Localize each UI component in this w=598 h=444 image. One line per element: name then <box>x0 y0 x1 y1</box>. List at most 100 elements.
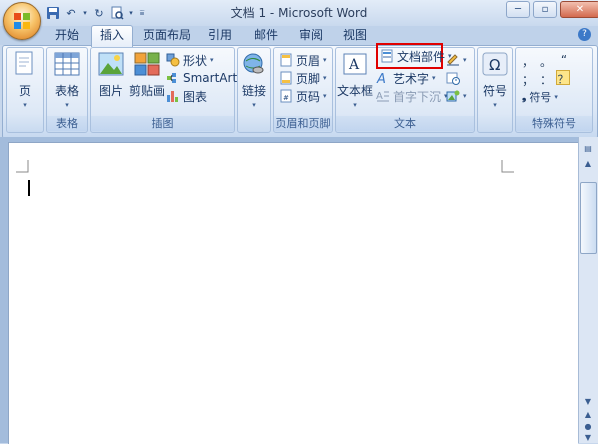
symbol-menu-label: 符号 <box>529 91 552 104</box>
dropcap-label: 首字下沉 <box>393 89 442 104</box>
office-button[interactable] <box>3 2 41 40</box>
clipart-label: 剪贴画 <box>129 84 166 98</box>
group-label-illustrations: 插图 <box>91 116 234 131</box>
table-label: 表格 <box>54 84 79 98</box>
wordart-label: 艺术字 <box>393 71 430 86</box>
symbol-period[interactable]: 。 <box>540 53 552 69</box>
insert-object-icon <box>446 90 460 102</box>
picture-button[interactable]: 图片 <box>93 50 129 99</box>
tab-insert[interactable]: 插入 <box>91 25 133 47</box>
smartart-button[interactable]: SmartArt <box>166 69 237 87</box>
special-symbol-menu-button[interactable]: ❟ 符号 ▾ <box>522 88 558 106</box>
symbol-question[interactable]: ？ <box>556 70 570 86</box>
ruler-toggle-icon[interactable]: ▤ <box>579 141 597 155</box>
next-page-icon[interactable]: ▼ <box>579 430 597 444</box>
quick-parts-button[interactable]: 文档部件 ▾ <box>376 43 452 69</box>
group-label-special-symbols: 特殊符号 <box>516 116 592 131</box>
symbol-menu-glyph-icon: ❟ <box>522 90 527 103</box>
wordart-icon: A <box>376 72 386 85</box>
group-label-header-footer: 页眉和页脚 <box>274 116 332 131</box>
text-cursor <box>28 180 30 196</box>
table-icon <box>53 50 81 78</box>
help-icon[interactable]: ? <box>578 28 591 41</box>
page-icon <box>11 50 39 78</box>
tab-mailings[interactable]: 邮件 <box>249 26 283 44</box>
scroll-up-icon[interactable]: ▲ <box>579 156 597 170</box>
margin-corner-top-right <box>501 160 514 173</box>
omega-icon: Ω <box>481 50 509 78</box>
globe-link-icon <box>240 50 268 78</box>
chevron-down-icon: ▾ <box>210 56 214 64</box>
minimize-button[interactable]: ─ <box>506 1 530 18</box>
shapes-button[interactable]: 形状 ▾ <box>166 51 214 69</box>
close-button[interactable]: ✕ <box>560 1 598 18</box>
smartart-icon <box>167 73 176 83</box>
tab-view[interactable]: 视图 <box>338 26 372 44</box>
table-button[interactable]: 表格 ▾ <box>48 50 86 109</box>
quick-parts-label: 文档部件 <box>397 49 446 64</box>
symbol-left-quote[interactable]: “ <box>558 53 570 69</box>
chevron-down-icon: ▾ <box>353 101 357 109</box>
clipart-button[interactable]: 剪贴画 <box>129 50 165 99</box>
picture-icon <box>97 50 125 78</box>
footer-button[interactable]: 页脚 ▾ <box>279 69 327 87</box>
chart-label: 图表 <box>183 89 208 104</box>
shapes-icon <box>166 53 180 67</box>
header-icon <box>280 53 292 67</box>
svg-text:A: A <box>348 57 360 73</box>
picture-label: 图片 <box>98 84 123 98</box>
signature-line-button[interactable]: ▾ <box>446 51 467 69</box>
pages-button[interactable]: 页 ▾ <box>8 50 42 109</box>
chart-button[interactable]: 图表 <box>166 87 207 105</box>
page-number-icon: # <box>280 89 292 103</box>
date-time-icon <box>446 72 460 85</box>
chevron-down-icon: ▾ <box>323 56 327 64</box>
restore-button[interactable]: ▫ <box>533 1 557 18</box>
tab-references[interactable]: 引用 <box>203 26 237 44</box>
office-logo-icon <box>14 13 30 29</box>
chevron-down-icon: ▾ <box>554 93 558 101</box>
textbox-label: 文本框 <box>337 84 374 98</box>
chevron-down-icon: ▾ <box>323 74 327 82</box>
symbol-comma[interactable]: ， <box>522 53 534 69</box>
tab-home[interactable]: 开始 <box>48 26 86 44</box>
symbol-button[interactable]: Ω 符号 ▾ <box>479 50 511 109</box>
textbox-button[interactable]: A 文本框 ▾ <box>337 50 373 109</box>
scroll-thumb[interactable] <box>580 182 597 254</box>
header-button[interactable]: 页眉 ▾ <box>279 51 327 69</box>
chevron-down-icon: ▾ <box>65 101 69 109</box>
svg-text:Ω: Ω <box>489 56 500 74</box>
document-page[interactable] <box>8 142 578 444</box>
scroll-down-icon[interactable]: ▼ <box>579 394 597 408</box>
shapes-label: 形状 <box>183 53 208 68</box>
links-label: 链接 <box>241 84 266 98</box>
page-number-button[interactable]: # 页码 ▾ <box>279 87 327 105</box>
header-label: 页眉 <box>296 53 321 68</box>
window-controls: ─ ▫ ✕ <box>503 1 598 18</box>
quick-parts-icon <box>381 49 393 63</box>
svg-text:#: # <box>283 94 289 102</box>
symbol-semicolon[interactable]: ； <box>522 71 534 87</box>
dropcap-button[interactable]: A 首字下沉 ▾ <box>376 87 448 105</box>
date-time-button[interactable] <box>446 69 460 87</box>
page-number-label: 页码 <box>296 89 321 104</box>
signature-line-icon <box>447 54 459 66</box>
chevron-down-icon: ▾ <box>23 101 27 109</box>
footer-icon <box>280 71 292 85</box>
dropcap-icon: A <box>376 91 389 102</box>
symbol-label: 符号 <box>482 84 507 98</box>
margin-corner-top-left <box>16 160 29 173</box>
tab-page-layout[interactable]: 页面布局 <box>141 26 193 44</box>
pages-label: 页 <box>18 84 31 98</box>
clipart-icon <box>133 50 161 78</box>
chevron-down-icon: ▾ <box>463 56 467 64</box>
footer-label: 页脚 <box>296 71 321 86</box>
links-button[interactable]: 链接 ▾ <box>239 50 269 109</box>
tab-review[interactable]: 审阅 <box>294 26 328 44</box>
insert-object-button[interactable]: ▾ <box>446 87 467 105</box>
svg-text:A: A <box>376 72 386 85</box>
group-label-text: 文本 <box>336 116 474 131</box>
symbol-colon[interactable]: ： <box>540 71 552 87</box>
chevron-down-icon: ▾ <box>323 92 327 100</box>
wordart-button[interactable]: A 艺术字 ▾ <box>376 69 436 87</box>
